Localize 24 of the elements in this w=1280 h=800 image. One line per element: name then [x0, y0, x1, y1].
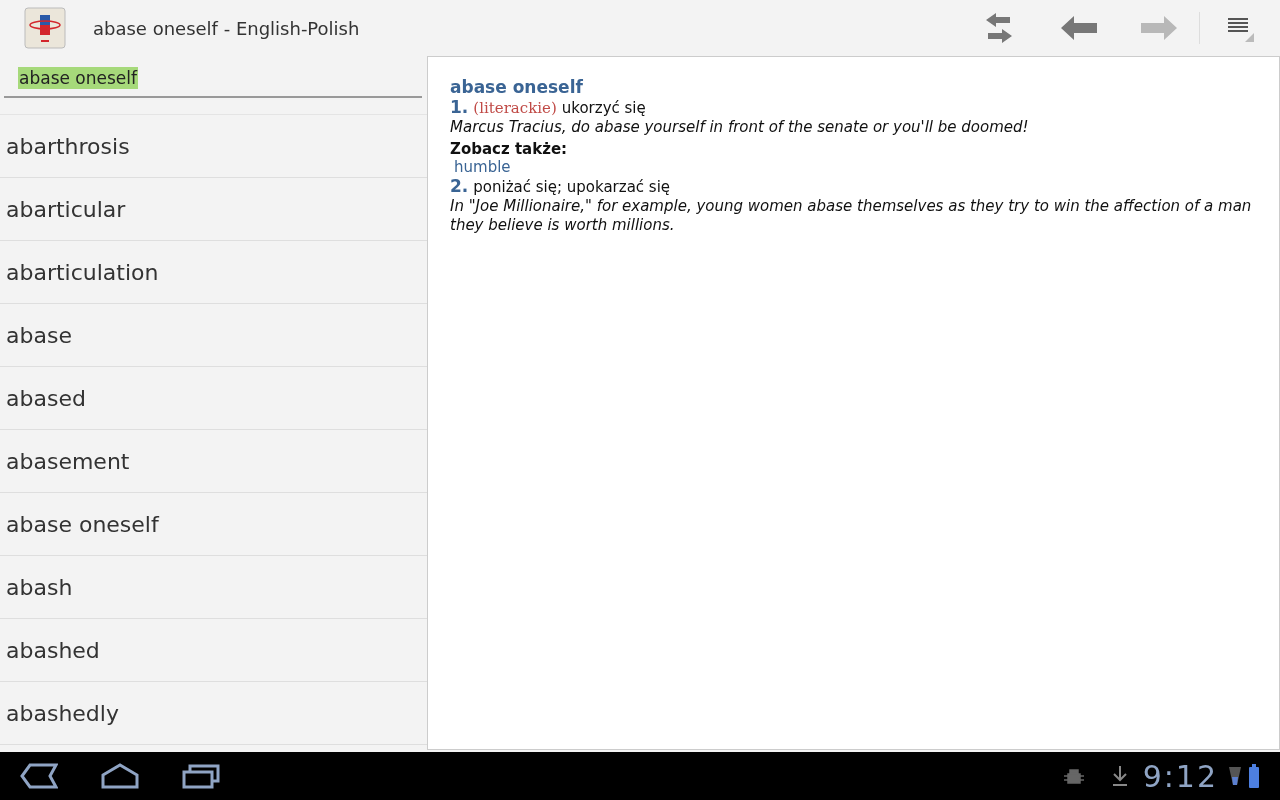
clock-time: 9:12 [1142, 758, 1218, 794]
battery-icon [1248, 764, 1260, 788]
translation: poniżać się; upokarzać się [473, 178, 671, 196]
see-also-heading: Zobacz także: [450, 140, 569, 158]
recent-apps-button[interactable] [182, 763, 220, 789]
wifi-signal-icon [1228, 765, 1242, 787]
see-also-link[interactable]: humble [454, 158, 1257, 176]
search-field[interactable]: abase oneself [4, 60, 422, 98]
swap-arrows-icon [984, 11, 1014, 45]
left-arrow-icon [1060, 15, 1098, 41]
example-sentence: In "Joe Millionaire," for example, young women abase themselves as they try to win the affection of a man they believe is worth millions. [450, 197, 1253, 235]
example-sentence: Marcus Tracius, do abase yourself in front of the senate or you'll be doomed! [450, 118, 1030, 137]
usage-label: (literackie) [473, 99, 557, 117]
window-title: abase oneself - English-Polish [93, 17, 361, 39]
bug-icon [1062, 766, 1085, 786]
download-icon [1110, 765, 1129, 787]
right-arrow-icon [1140, 15, 1178, 41]
translation: ukorzyć się [561, 99, 646, 117]
sense-number: 2. [450, 176, 469, 196]
sense-number: 1. [450, 97, 469, 117]
back-button[interactable] [20, 763, 58, 789]
dictionary-app-icon[interactable] [24, 7, 66, 49]
entry-headword: abase oneself [450, 77, 584, 97]
home-button[interactable] [100, 763, 140, 789]
